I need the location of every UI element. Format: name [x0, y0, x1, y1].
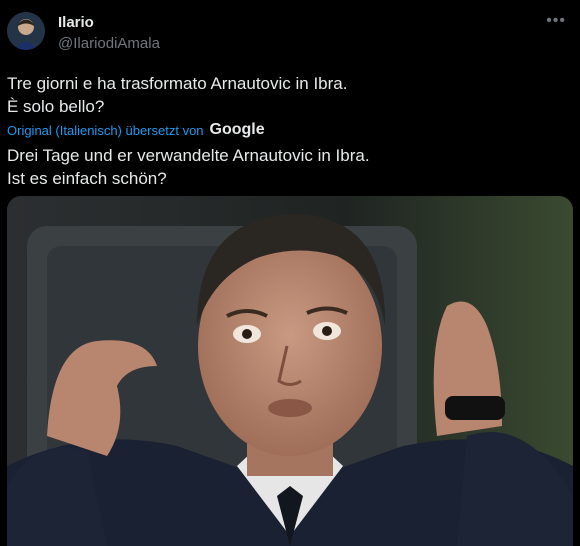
tweet: Ilario @IlariodiAmala ••• Tre giorni e h… [0, 0, 580, 546]
google-logo: Google [209, 121, 265, 138]
tweet-translated-line-1: Drei Tage und er verwandelte Arnautovic … [7, 146, 370, 165]
photo-illustration [7, 196, 573, 546]
more-horizontal-icon: ••• [546, 12, 566, 29]
translation-note[interactable]: Original (Italienisch) übersetzt von [7, 123, 204, 138]
translation-attribution[interactable]: Original (Italienisch) übersetzt von Goo… [7, 121, 265, 139]
avatar-image [7, 12, 45, 50]
tweet-original-line-1: Tre giorni e ha trasformato Arnautovic i… [7, 74, 348, 93]
tweet-translated-line-2: Ist es einfach schön? [7, 169, 167, 188]
tweet-original-text: Tre giorni e ha trasformato Arnautovic i… [7, 72, 567, 118]
tweet-photo[interactable] [7, 196, 573, 546]
author-name[interactable]: Ilario [58, 14, 94, 31]
tweet-translated-text: Drei Tage und er verwandelte Arnautovic … [7, 144, 567, 190]
avatar[interactable] [7, 12, 45, 50]
more-options-button[interactable]: ••• [546, 12, 566, 30]
tweet-original-line-2: È solo bello? [7, 97, 105, 116]
author-handle[interactable]: @IlariodiAmala [58, 35, 160, 52]
